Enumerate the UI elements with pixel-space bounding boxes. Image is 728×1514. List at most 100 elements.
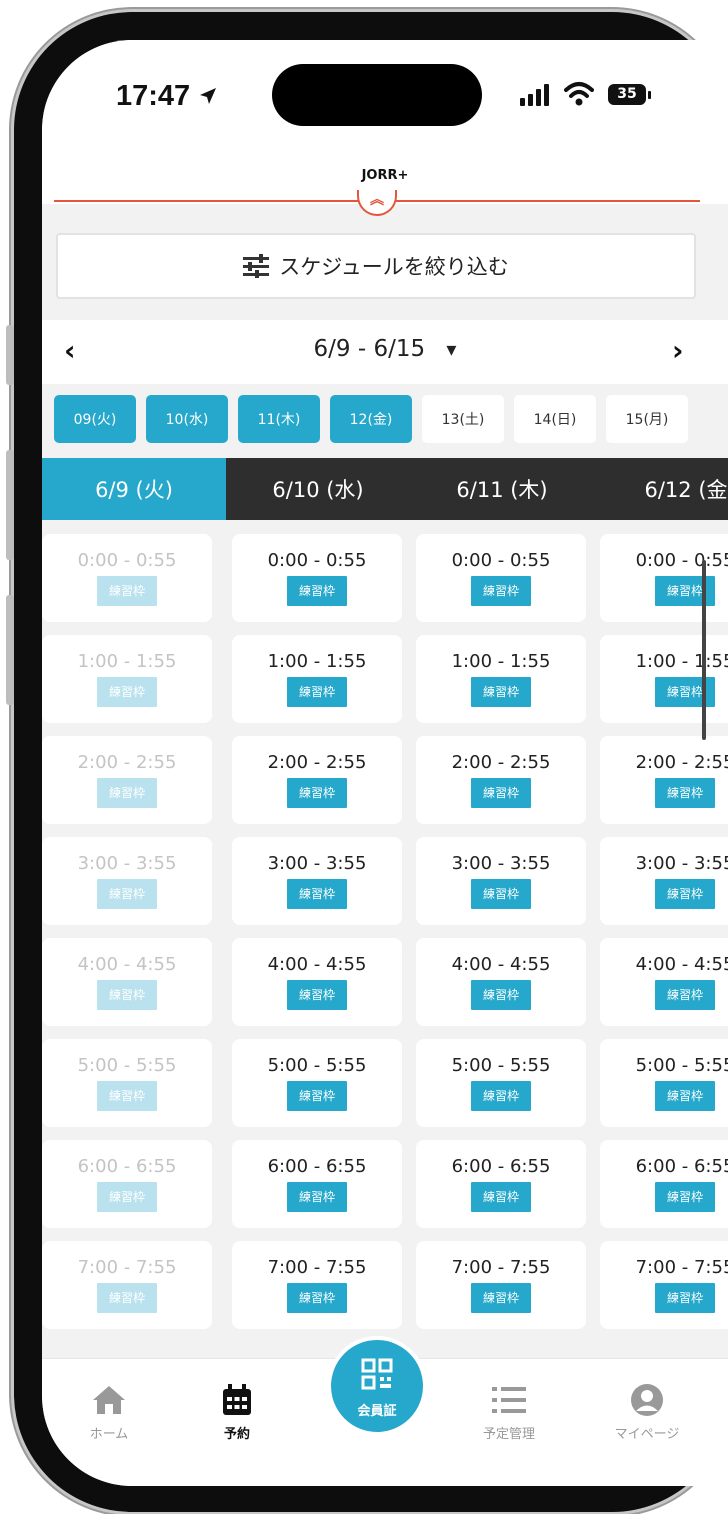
screen: 17:47 35 JORR+ ︽ スケジュールを絞り込む ‹ 6/9 - 6/1…: [42, 40, 728, 1486]
practice-slot-badge: 練習枠: [655, 778, 715, 808]
time-slot-card[interactable]: 4:00 - 4:55 練習枠: [600, 938, 728, 1026]
practice-slot-badge: 練習枠: [471, 576, 531, 606]
time-slot-card[interactable]: 5:00 - 5:55 練習枠: [232, 1039, 402, 1127]
qr-code-icon: [361, 1358, 393, 1390]
practice-slot-badge: 練習枠: [287, 1283, 347, 1313]
date-tab[interactable]: 6/9 (火): [42, 458, 226, 520]
time-slot-card[interactable]: 3:00 - 3:55 練習枠: [416, 837, 586, 925]
slot-time: 3:00 - 3:55: [635, 853, 728, 874]
battery-tip: [648, 91, 651, 99]
week-range-label: 6/9 - 6/15: [313, 336, 426, 362]
time-slot-card[interactable]: 6:00 - 6:55 練習枠: [416, 1140, 586, 1228]
home-icon: [93, 1386, 125, 1414]
time-slot-card[interactable]: 2:00 - 2:55 練習枠: [232, 736, 402, 824]
practice-slot-badge: 練習枠: [471, 1283, 531, 1313]
slot-time: 1:00 - 1:55: [267, 651, 367, 672]
slot-time: 2:00 - 2:55: [451, 752, 551, 773]
date-tab[interactable]: 6/12 (金: [594, 458, 728, 520]
next-week-button[interactable]: ›: [672, 334, 684, 367]
slot-time: 7:00 - 7:55: [77, 1257, 177, 1278]
time-slot-card[interactable]: 0:00 - 0:55 練習枠: [416, 534, 586, 622]
slot-time: 2:00 - 2:55: [267, 752, 367, 773]
practice-slot-badge: 練習枠: [655, 1283, 715, 1313]
practice-slot-badge: 練習枠: [655, 1182, 715, 1212]
time-slot-card[interactable]: 1:00 - 1:55 練習枠: [232, 635, 402, 723]
day-pill[interactable]: 11(木): [238, 395, 320, 443]
slot-time: 0:00 - 0:55: [635, 550, 728, 571]
practice-slot-badge: 練習枠: [287, 980, 347, 1010]
time-slot-card[interactable]: 4:00 - 4:55 練習枠: [232, 938, 402, 1026]
time-slot-card: 7:00 - 7:55 練習枠: [42, 1241, 212, 1329]
nav-mypage[interactable]: マイページ: [592, 1381, 702, 1442]
slot-time: 5:00 - 5:55: [77, 1055, 177, 1076]
practice-slot-badge: 練習枠: [471, 778, 531, 808]
slot-time: 3:00 - 3:55: [267, 853, 367, 874]
practice-slot-badge: 練習枠: [471, 980, 531, 1010]
week-navigator: ‹ 6/9 - 6/15 ▾ ›: [42, 320, 728, 384]
nav-schedule[interactable]: 予定管理: [454, 1381, 564, 1442]
time-slot-card: 5:00 - 5:55 練習枠: [42, 1039, 212, 1127]
sliders-icon: [243, 254, 270, 278]
time-slot-card[interactable]: 1:00 - 1:55 練習枠: [416, 635, 586, 723]
time-slot-card: 0:00 - 0:55 練習枠: [42, 534, 212, 622]
day-pill[interactable]: 12(金): [330, 395, 412, 443]
time-slot-card[interactable]: 7:00 - 7:55 練習枠: [600, 1241, 728, 1329]
day-pill[interactable]: 15(月): [606, 395, 688, 443]
time-slot-card[interactable]: 1:00 - 1:55 練習枠: [600, 635, 728, 723]
day-pill[interactable]: 13(土): [422, 395, 504, 443]
nav-home[interactable]: ホーム: [54, 1381, 164, 1442]
slot-time: 6:00 - 6:55: [635, 1156, 728, 1177]
time-slot-card[interactable]: 4:00 - 4:55 練習枠: [416, 938, 586, 1026]
chevron-up-icon: ︽: [370, 192, 384, 208]
time-slot-card[interactable]: 2:00 - 2:55 練習枠: [600, 736, 728, 824]
slot-time: 3:00 - 3:55: [77, 853, 177, 874]
practice-slot-badge: 練習枠: [471, 1182, 531, 1212]
time-text: 17:47: [116, 80, 191, 112]
volume-down-button: [6, 595, 14, 705]
calendar-icon: [223, 1384, 251, 1415]
practice-slot-badge: 練習枠: [471, 677, 531, 707]
time-slot-card[interactable]: 0:00 - 0:55 練習枠: [600, 534, 728, 622]
time-slot-card[interactable]: 6:00 - 6:55 練習枠: [600, 1140, 728, 1228]
collapse-header-button[interactable]: ︽: [357, 190, 397, 216]
time-slot-card[interactable]: 6:00 - 6:55 練習枠: [232, 1140, 402, 1228]
practice-slot-badge: 練習枠: [655, 980, 715, 1010]
member-card-button[interactable]: 会員証: [327, 1336, 427, 1436]
slot-time: 1:00 - 1:55: [635, 651, 728, 672]
time-slot-card[interactable]: 7:00 - 7:55 練習枠: [232, 1241, 402, 1329]
time-slot-card[interactable]: 2:00 - 2:55 練習枠: [416, 736, 586, 824]
cellular-signal-icon: [520, 84, 549, 106]
time-slot-card[interactable]: 5:00 - 5:55 練習枠: [600, 1039, 728, 1127]
scrollbar[interactable]: [702, 560, 706, 740]
time-slot-grid: 0:00 - 0:55 練習枠 1:00 - 1:55 練習枠 2:00 - 2:55 練…: [42, 530, 728, 1340]
time-slot-card[interactable]: 3:00 - 3:55 練習枠: [232, 837, 402, 925]
week-range-selector[interactable]: 6/9 - 6/15 ▾: [42, 336, 728, 362]
slot-time: 4:00 - 4:55: [451, 954, 551, 975]
practice-slot-badge: 練習枠: [655, 677, 715, 707]
practice-slot-badge: 練習枠: [97, 778, 157, 808]
practice-slot-badge: 練習枠: [97, 677, 157, 707]
day-pill[interactable]: 10(水): [146, 395, 228, 443]
time-slot-card[interactable]: 5:00 - 5:55 練習枠: [416, 1039, 586, 1127]
date-tab[interactable]: 6/10 (水): [226, 458, 410, 520]
nav-reserve[interactable]: 予約: [182, 1381, 292, 1442]
time-slot-card[interactable]: 3:00 - 3:55 練習枠: [600, 837, 728, 925]
slot-time: 6:00 - 6:55: [267, 1156, 367, 1177]
dynamic-island: [272, 64, 482, 126]
practice-slot-badge: 練習枠: [471, 1081, 531, 1111]
slot-time: 6:00 - 6:55: [451, 1156, 551, 1177]
slot-time: 4:00 - 4:55: [267, 954, 367, 975]
practice-slot-badge: 練習枠: [97, 1182, 157, 1212]
time-slot-card[interactable]: 0:00 - 0:55 練習枠: [232, 534, 402, 622]
day-pill[interactable]: 14(日): [514, 395, 596, 443]
time-slot-card: 1:00 - 1:55 練習枠: [42, 635, 212, 723]
slot-time: 5:00 - 5:55: [635, 1055, 728, 1076]
filter-schedule-button[interactable]: スケジュールを絞り込む: [56, 233, 696, 299]
practice-slot-badge: 練習枠: [287, 879, 347, 909]
mute-switch: [6, 325, 14, 385]
time-slot-card[interactable]: 7:00 - 7:55 練習枠: [416, 1241, 586, 1329]
day-pill[interactable]: 09(火): [54, 395, 136, 443]
date-tab[interactable]: 6/11 (木): [410, 458, 594, 520]
member-card-label: 会員証: [357, 1404, 397, 1419]
practice-slot-badge: 練習枠: [655, 576, 715, 606]
